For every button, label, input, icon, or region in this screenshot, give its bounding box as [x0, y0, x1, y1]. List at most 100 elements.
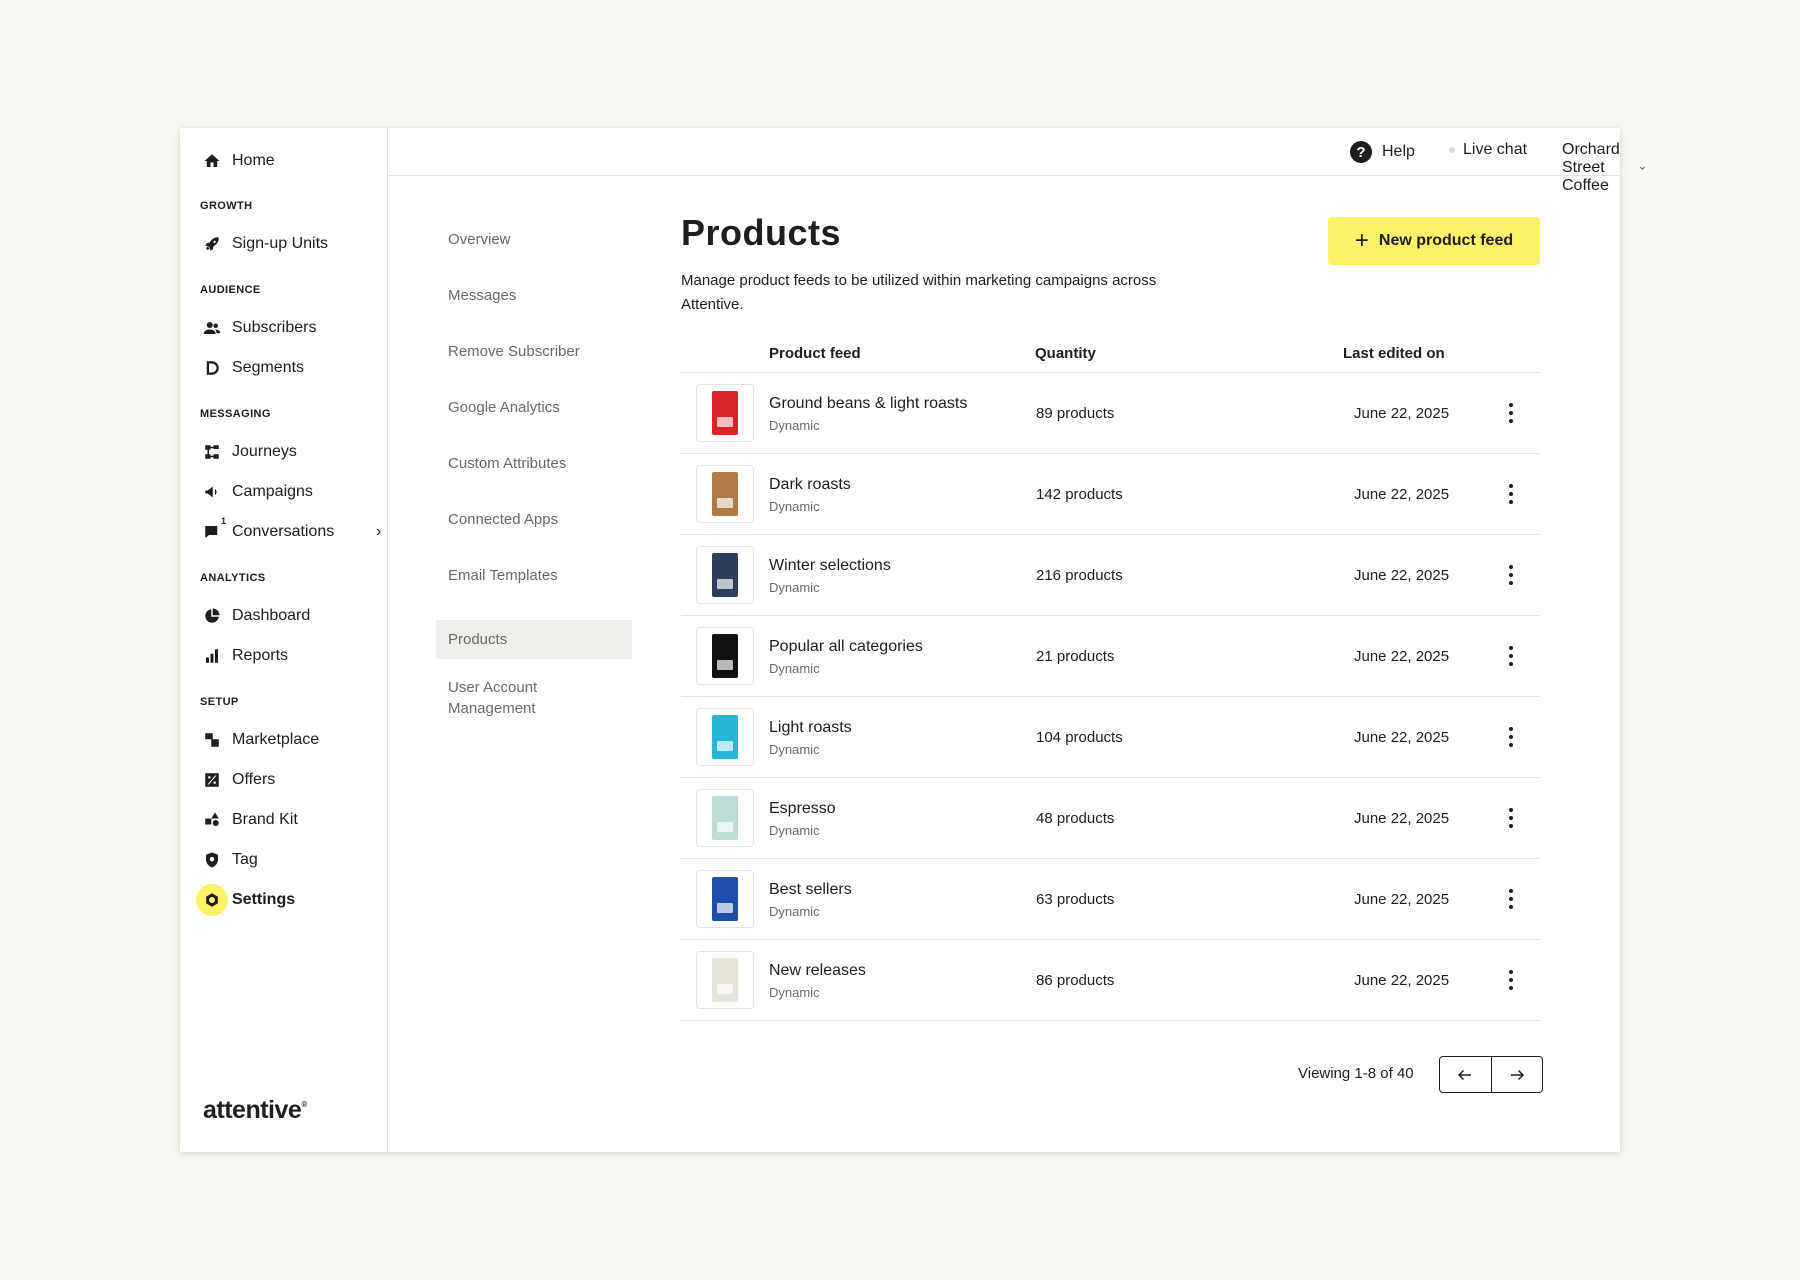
feed-last-edited: June 22, 2025: [1354, 891, 1450, 908]
table-header: Product feed Quantity Last edited on: [681, 333, 1540, 373]
chevron-down-icon: [1640, 166, 1645, 170]
new-product-feed-button[interactable]: + New product feed: [1328, 217, 1540, 265]
product-thumbnail: [696, 546, 754, 604]
more-options-icon[interactable]: [1501, 885, 1521, 913]
app-window: Home GROWTH Sign-up Units AUDIENCE Subsc…: [180, 128, 1645, 1152]
nav-offers[interactable]: Offers: [196, 764, 275, 796]
product-feed-table: Product feed Quantity Last edited on Gro…: [681, 333, 1540, 1021]
table-row[interactable]: Popular all categories Dynamic 21 products…: [681, 616, 1540, 697]
nav-brand-kit-label: Brand Kit: [232, 811, 298, 828]
subnav-messages[interactable]: Messages: [436, 275, 632, 316]
more-options-icon[interactable]: [1501, 966, 1521, 994]
feed-quantity: 104 products: [1036, 729, 1123, 746]
more-options-icon[interactable]: [1501, 399, 1521, 427]
more-options-icon[interactable]: [1501, 804, 1521, 832]
table-row[interactable]: Espresso Dynamic 48 products June 22, 2025: [681, 778, 1540, 859]
table-row[interactable]: Winter selections Dynamic 216 products June…: [681, 535, 1540, 616]
nav-conversations-label: Conversations: [232, 523, 335, 540]
feed-name: Best sellers: [769, 881, 852, 898]
more-options-icon[interactable]: [1501, 642, 1521, 670]
coffee-bag-image: [712, 472, 738, 516]
help-link[interactable]: ? Help: [1350, 141, 1415, 163]
nav-section-audience: AUDIENCE: [200, 284, 261, 296]
product-thumbnail: [696, 708, 754, 766]
more-options-icon[interactable]: [1501, 480, 1521, 508]
coffee-bag-image: [712, 391, 738, 435]
account-switcher[interactable]: Orchard Street Coffee: [1562, 141, 1646, 195]
marketplace-icon: [196, 724, 228, 756]
feed-type: Dynamic: [769, 823, 820, 838]
topbar: [388, 128, 1620, 176]
megaphone-icon: [196, 476, 228, 508]
nav-journeys[interactable]: Journeys: [196, 436, 297, 468]
table-row[interactable]: Ground beans & light roasts Dynamic 89 pro…: [681, 373, 1540, 454]
feed-type: Dynamic: [769, 904, 820, 919]
feed-last-edited: June 22, 2025: [1354, 810, 1450, 827]
feed-name: Espresso: [769, 800, 836, 817]
offer-icon: [196, 764, 228, 796]
coffee-bag-image: [712, 715, 738, 759]
table-row[interactable]: Dark roasts Dynamic 142 products June 22, 2…: [681, 454, 1540, 535]
feed-last-edited: June 22, 2025: [1354, 486, 1450, 503]
feed-quantity: 89 products: [1036, 405, 1115, 422]
product-thumbnail: [696, 951, 754, 1009]
nav-reports[interactable]: Reports: [196, 640, 288, 672]
subnav-custom-attributes[interactable]: Custom Attributes: [436, 443, 632, 484]
table-row[interactable]: Best sellers Dynamic 63 products June 22, 2…: [681, 859, 1540, 940]
product-thumbnail: [696, 384, 754, 442]
coffee-bag-image: [712, 553, 738, 597]
feed-last-edited: June 22, 2025: [1354, 648, 1450, 665]
table-body: Ground beans & light roasts Dynamic 89 pro…: [681, 373, 1540, 1021]
nav-signup-units[interactable]: Sign-up Units: [196, 228, 328, 260]
help-icon: ?: [1350, 141, 1372, 163]
more-options-icon[interactable]: [1501, 561, 1521, 589]
chat-icon: 1: [196, 516, 228, 548]
nav-offers-label: Offers: [232, 771, 276, 788]
previous-page-button[interactable]: [1440, 1057, 1491, 1092]
feed-quantity: 142 products: [1036, 486, 1123, 503]
nav-settings[interactable]: Settings: [196, 884, 295, 916]
pagination-controls: [1439, 1056, 1543, 1093]
nav-home[interactable]: Home: [196, 145, 275, 177]
nav-conversations[interactable]: 1 Conversations ›: [196, 516, 386, 548]
nav-campaigns[interactable]: Campaigns: [196, 476, 313, 508]
product-thumbnail: [696, 789, 754, 847]
feed-last-edited: June 22, 2025: [1354, 405, 1450, 422]
feed-type: Dynamic: [769, 499, 820, 514]
feed-quantity: 86 products: [1036, 972, 1115, 989]
nav-segments[interactable]: Segments: [196, 352, 304, 384]
nav-subscribers[interactable]: Subscribers: [196, 312, 316, 344]
header-quantity: Quantity: [1035, 345, 1096, 362]
nav-marketplace[interactable]: Marketplace: [196, 724, 319, 756]
nav-tag[interactable]: Tag: [196, 844, 258, 876]
feed-name: Dark roasts: [769, 476, 851, 493]
coffee-bag-image: [712, 877, 738, 921]
nav-segments-label: Segments: [232, 359, 305, 376]
subnav-products[interactable]: Products: [436, 620, 632, 659]
more-options-icon[interactable]: [1501, 723, 1521, 751]
subnav-email-templates[interactable]: Email Templates: [436, 555, 632, 596]
nav-marketplace-label: Marketplace: [232, 731, 320, 748]
table-row[interactable]: New releases Dynamic 86 products June 22, 2…: [681, 940, 1540, 1021]
live-chat-link[interactable]: Live chat: [1449, 141, 1527, 159]
live-chat-label: Live chat: [1463, 141, 1528, 158]
product-thumbnail: [696, 870, 754, 928]
nav-campaigns-label: Campaigns: [232, 483, 313, 500]
shapes-icon: [196, 804, 228, 836]
next-page-button[interactable]: [1490, 1057, 1543, 1092]
feed-quantity: 63 products: [1036, 891, 1115, 908]
bar-chart-icon: [196, 640, 228, 672]
subnav-google-analytics[interactable]: Google Analytics: [436, 387, 632, 428]
table-row[interactable]: Light roasts Dynamic 104 products June 22, …: [681, 697, 1540, 778]
home-icon: [196, 145, 228, 177]
sidebar: Home GROWTH Sign-up Units AUDIENCE Subsc…: [180, 128, 388, 1152]
feed-quantity: 21 products: [1036, 648, 1115, 665]
coffee-bag-image: [712, 796, 738, 840]
subnav-remove-subscriber[interactable]: Remove Subscriber: [436, 331, 632, 372]
subnav-overview[interactable]: Overview: [436, 219, 632, 260]
subnav-connected-apps[interactable]: Connected Apps: [436, 499, 632, 540]
subnav-user-account-management[interactable]: User Account Management: [436, 667, 606, 729]
nav-brand-kit[interactable]: Brand Kit: [196, 804, 298, 836]
nav-dashboard[interactable]: Dashboard: [196, 600, 310, 632]
plus-icon: +: [1354, 227, 1369, 254]
